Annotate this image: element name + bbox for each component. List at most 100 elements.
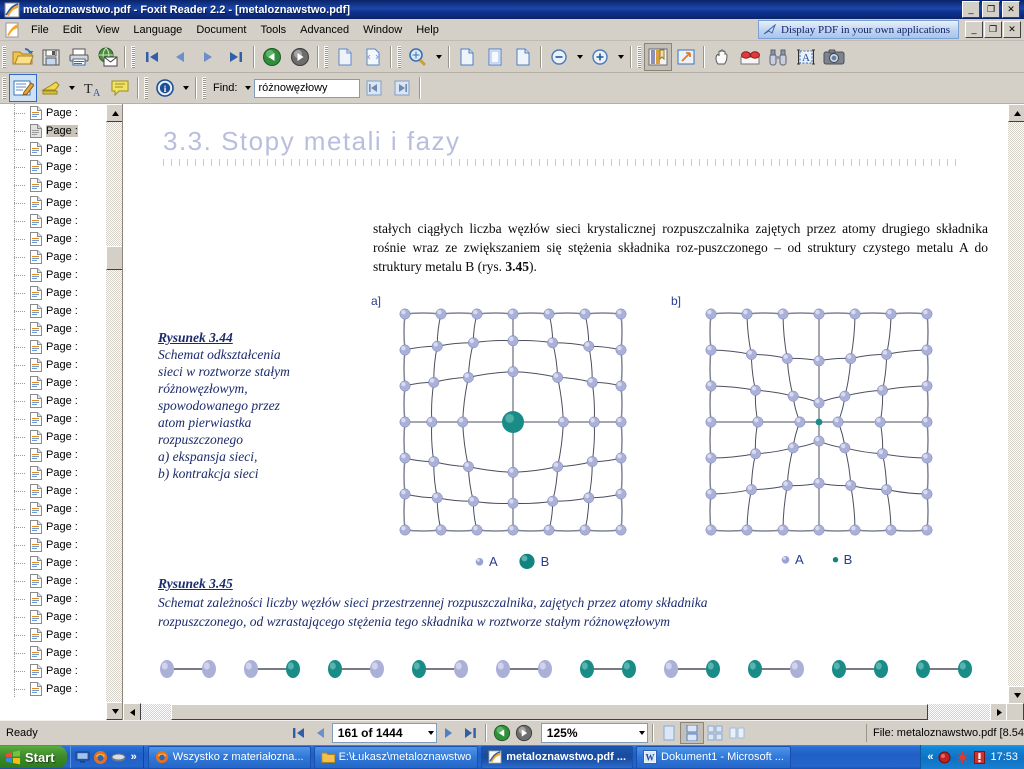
- doc-scroll-down-button[interactable]: [1008, 686, 1024, 704]
- taskbar-task[interactable]: metaloznawstwo.pdf ...: [481, 745, 634, 769]
- toolbar-grip[interactable]: [131, 45, 135, 68]
- go-back-button[interactable]: [258, 43, 286, 71]
- fullscreen-button[interactable]: [672, 43, 700, 71]
- page-tree-item[interactable]: Page :: [0, 284, 122, 302]
- fit-page-button[interactable]: [359, 43, 387, 71]
- tray-sun-icon[interactable]: [956, 750, 970, 764]
- toolbar-grip[interactable]: [2, 45, 6, 68]
- page-tree-item[interactable]: Page :: [0, 266, 122, 284]
- page-tree-item[interactable]: Page :: [0, 410, 122, 428]
- find-next-button[interactable]: [388, 74, 416, 102]
- minimize-button[interactable]: _: [962, 1, 980, 18]
- menu-edit[interactable]: Edit: [56, 22, 89, 38]
- page-tree-item[interactable]: Page :: [0, 500, 122, 518]
- more-chevrons-icon[interactable]: »: [129, 751, 139, 763]
- snapshot-camera-button[interactable]: [820, 43, 848, 71]
- maximize-button[interactable]: ❐: [982, 1, 1000, 18]
- fit-visible-button[interactable]: [481, 43, 509, 71]
- hand-tool-button[interactable]: [708, 43, 736, 71]
- find-input[interactable]: różnowęzłowy: [254, 78, 361, 98]
- page-tree-item[interactable]: Page :: [0, 302, 122, 320]
- chevron-down-icon[interactable]: [427, 731, 434, 735]
- page-tree[interactable]: Page : Page : Page : Page : Page: Page …: [0, 104, 122, 698]
- close-button[interactable]: ✕: [1002, 1, 1020, 18]
- open-button[interactable]: [9, 43, 37, 71]
- taskbar-task[interactable]: Wszystko z materiałozna...: [147, 745, 311, 769]
- start-button[interactable]: Start: [0, 746, 67, 768]
- sticky-note-button[interactable]: [106, 74, 134, 102]
- page-tree-item[interactable]: Page :: [0, 662, 122, 680]
- page-tree-item[interactable]: Page :: [0, 122, 122, 140]
- page-tree-item[interactable]: Page :: [0, 338, 122, 356]
- page-number-input[interactable]: 161 of 1444: [331, 723, 437, 743]
- find-previous-button[interactable]: [360, 74, 388, 102]
- page-tree-item[interactable]: Page :: [0, 230, 122, 248]
- toolbar-grip[interactable]: [2, 77, 6, 99]
- page-tree-item[interactable]: Page :: [0, 446, 122, 464]
- tray-alert-icon[interactable]: [974, 750, 986, 764]
- chevron-down-icon[interactable]: [638, 731, 645, 735]
- mdi-minimize-button[interactable]: _: [965, 21, 983, 38]
- zoom-level-input[interactable]: 125%: [540, 723, 648, 743]
- toolbar-grip[interactable]: [637, 45, 641, 68]
- zoom-tool-button[interactable]: [404, 43, 432, 71]
- zoom-tool-dropdown[interactable]: [432, 44, 445, 70]
- select-text-button[interactable]: A: [792, 43, 820, 71]
- menu-language[interactable]: Language: [126, 22, 189, 38]
- page-tree-item[interactable]: Page :: [0, 320, 122, 338]
- mdi-restore-button[interactable]: ❐: [984, 21, 1002, 38]
- page-tree-item[interactable]: Page :: [0, 428, 122, 446]
- page-tree-item[interactable]: Page :: [0, 194, 122, 212]
- show-desktop-icon[interactable]: [75, 750, 90, 764]
- save-button[interactable]: [37, 43, 65, 71]
- toolbar-grip[interactable]: [202, 77, 206, 99]
- last-page-button[interactable]: [222, 43, 250, 71]
- menu-file[interactable]: File: [24, 22, 56, 38]
- page-tree-item[interactable]: Page :: [0, 248, 122, 266]
- find-options-dropdown[interactable]: [241, 75, 254, 101]
- doc-scroll-up-button[interactable]: [1008, 104, 1024, 122]
- first-page-button[interactable]: [138, 43, 166, 71]
- status-back-button[interactable]: [491, 723, 513, 743]
- status-forward-button[interactable]: [513, 723, 535, 743]
- menu-advanced[interactable]: Advanced: [293, 22, 356, 38]
- page-tree-item[interactable]: Page :: [0, 356, 122, 374]
- zoom-in-dropdown[interactable]: [614, 44, 627, 70]
- info-button[interactable]: i: [151, 74, 179, 102]
- toolbar-grip[interactable]: [324, 45, 328, 68]
- continuous-facing-view-button[interactable]: [726, 723, 748, 743]
- menu-document[interactable]: Document: [189, 22, 253, 38]
- tray-record-icon[interactable]: [938, 751, 951, 764]
- page-tree-item[interactable]: Page :: [0, 140, 122, 158]
- read-glasses-button[interactable]: [736, 43, 764, 71]
- document-vertical-scrollbar[interactable]: [1008, 104, 1024, 720]
- page-tree-item[interactable]: Page :: [0, 572, 122, 590]
- menu-view[interactable]: View: [89, 22, 127, 38]
- sidebar-scroll-down-button[interactable]: [106, 702, 122, 720]
- page-tree-item[interactable]: Page :: [0, 554, 122, 572]
- highlighter-button[interactable]: [37, 74, 65, 102]
- find-binoculars-button[interactable]: [764, 43, 792, 71]
- status-previous-page-button[interactable]: [310, 723, 332, 743]
- page-tree-item[interactable]: Page :: [0, 644, 122, 662]
- mdi-close-button[interactable]: ✕: [1003, 21, 1021, 38]
- status-next-page-button[interactable]: [437, 723, 459, 743]
- page-rotate-button[interactable]: [509, 43, 537, 71]
- menu-tools[interactable]: Tools: [253, 22, 293, 38]
- next-page-button[interactable]: [194, 43, 222, 71]
- print-button[interactable]: [65, 43, 93, 71]
- status-first-page-button[interactable]: [288, 723, 310, 743]
- go-forward-button[interactable]: [286, 43, 314, 71]
- bookmarks-button[interactable]: [644, 42, 672, 71]
- edit-annotation-button[interactable]: [9, 74, 37, 102]
- firefox-icon[interactable]: [93, 750, 108, 765]
- sidebar-scroll-thumb[interactable]: [106, 246, 122, 270]
- page-tree-item[interactable]: Page :: [0, 482, 122, 500]
- toolbar-grip[interactable]: [144, 77, 148, 99]
- page-tree-item[interactable]: Page :: [0, 212, 122, 230]
- page-tree-item[interactable]: Page :: [0, 464, 122, 482]
- page-tree-item[interactable]: Page :: [0, 590, 122, 608]
- sidebar-scroll-up-button[interactable]: [106, 104, 122, 122]
- status-last-page-button[interactable]: [459, 723, 481, 743]
- zoom-in-button[interactable]: [586, 43, 614, 71]
